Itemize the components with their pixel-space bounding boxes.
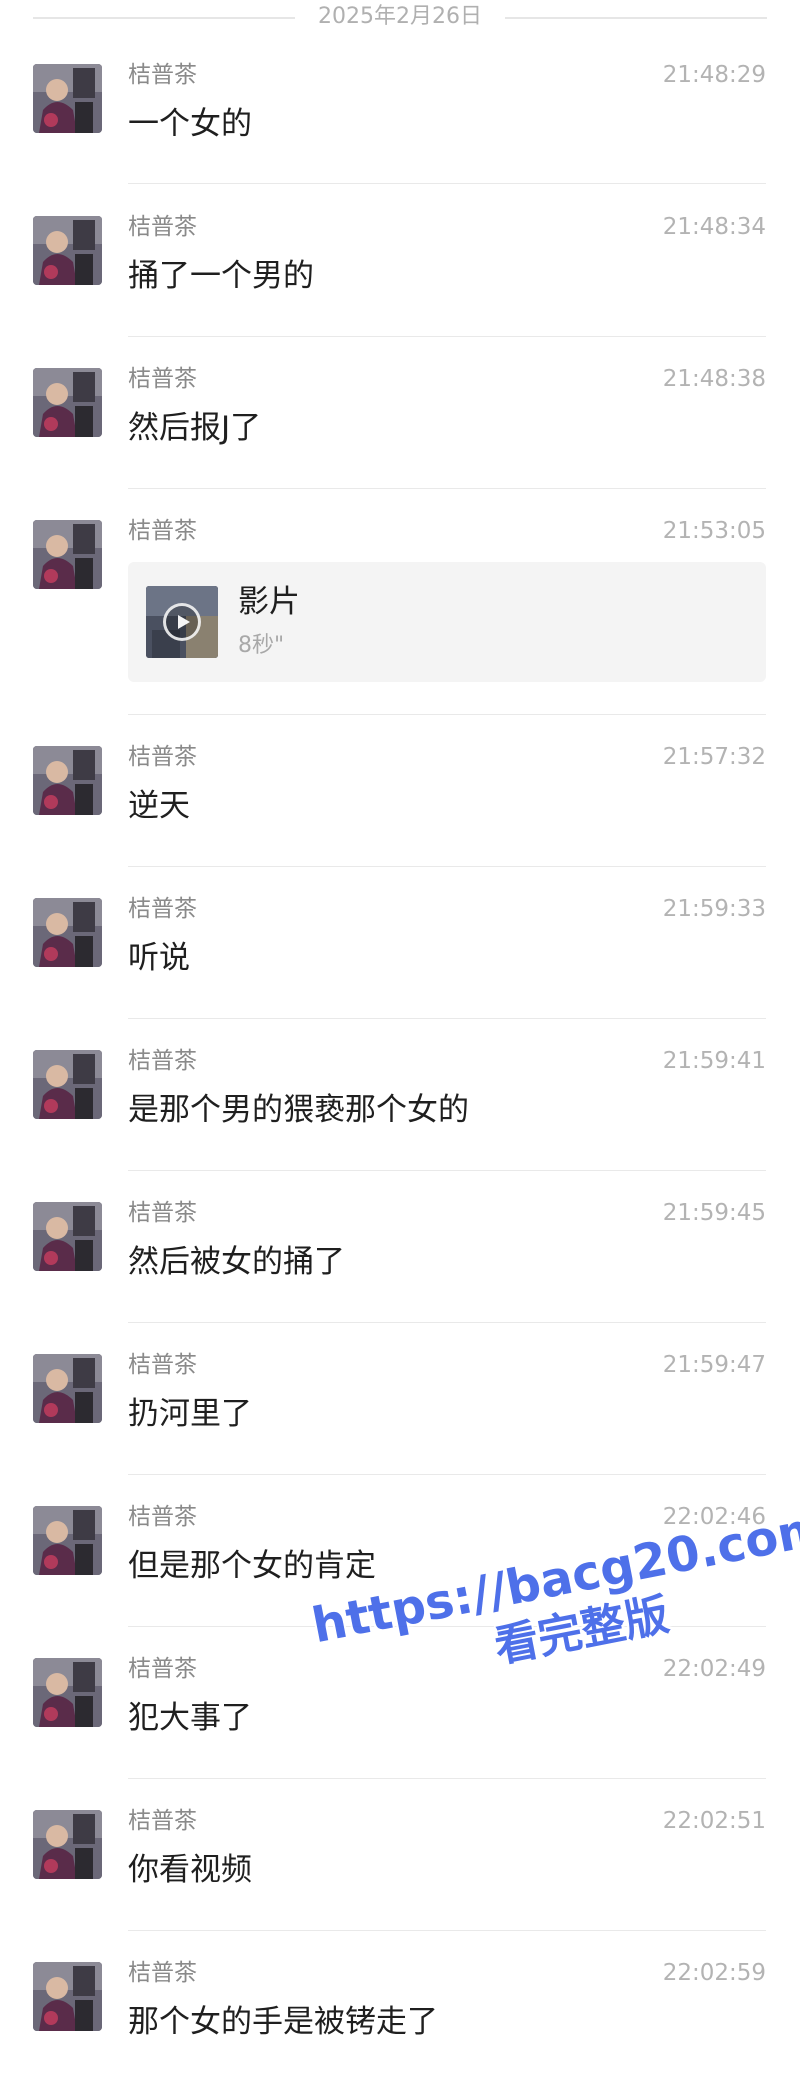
message-divider xyxy=(128,1930,766,1931)
message-divider xyxy=(128,1778,766,1779)
message-divider xyxy=(128,866,766,867)
message-time: 21:59:33 xyxy=(662,896,766,922)
avatar[interactable] xyxy=(33,520,102,589)
message-text: 那个女的手是被铐走了 xyxy=(128,2004,438,2040)
message-text: 听说 xyxy=(128,940,190,976)
message-text: 逆天 xyxy=(128,788,190,824)
sender-name: 桔普茶 xyxy=(128,1960,197,1986)
message-time: 21:57:32 xyxy=(662,744,766,770)
message-text: 然后报J了 xyxy=(128,410,262,446)
message-divider xyxy=(128,183,766,184)
avatar[interactable] xyxy=(33,1354,102,1423)
sender-name: 桔普茶 xyxy=(128,518,197,544)
message-text: 捅了一个男的 xyxy=(128,258,314,294)
date-separator-line-right xyxy=(505,17,767,19)
sender-name: 桔普茶 xyxy=(128,1048,197,1074)
message-text: 但是那个女的肯定 xyxy=(128,1548,376,1584)
avatar[interactable] xyxy=(33,368,102,437)
sender-name: 桔普茶 xyxy=(128,744,197,770)
watermark-subtitle: 看完整版 xyxy=(490,1589,673,1673)
message-time: 21:48:38 xyxy=(662,366,766,392)
avatar[interactable] xyxy=(33,1506,102,1575)
sender-name: 桔普茶 xyxy=(128,214,197,240)
message-divider xyxy=(128,1170,766,1171)
message-text: 犯大事了 xyxy=(128,1700,252,1736)
message-divider xyxy=(128,1018,766,1019)
message-text: 扔河里了 xyxy=(128,1396,252,1432)
avatar[interactable] xyxy=(33,216,102,285)
message-divider xyxy=(128,1626,766,1627)
message-divider xyxy=(128,336,766,337)
message-time: 22:02:46 xyxy=(662,1504,766,1530)
avatar[interactable] xyxy=(33,746,102,815)
avatar[interactable] xyxy=(33,1810,102,1879)
avatar[interactable] xyxy=(33,1202,102,1271)
avatar[interactable] xyxy=(33,1050,102,1119)
video-title: 影片 xyxy=(238,584,300,620)
message-text: 一个女的 xyxy=(128,106,252,142)
avatar[interactable] xyxy=(33,1658,102,1727)
message-text: 然后被女的捅了 xyxy=(128,1244,345,1280)
avatar[interactable] xyxy=(33,898,102,967)
message-time: 22:02:59 xyxy=(662,1960,766,1986)
message-divider xyxy=(128,1322,766,1323)
message-time: 21:48:34 xyxy=(662,214,766,240)
message-time: 21:53:05 xyxy=(662,518,766,544)
video-duration: 8秒" xyxy=(238,633,285,658)
video-message-card[interactable]: 影片 8秒" xyxy=(128,562,766,682)
message-divider xyxy=(128,1474,766,1475)
message-time: 21:59:47 xyxy=(662,1352,766,1378)
sender-name: 桔普茶 xyxy=(128,896,197,922)
sender-name: 桔普茶 xyxy=(128,1200,197,1226)
sender-name: 桔普茶 xyxy=(128,366,197,392)
message-divider xyxy=(128,488,766,489)
sender-name: 桔普茶 xyxy=(128,1504,197,1530)
message-text: 是那个男的猥亵那个女的 xyxy=(128,1092,469,1128)
message-time: 21:59:41 xyxy=(662,1048,766,1074)
date-separator: 2025年2月26日 xyxy=(0,0,800,36)
sender-name: 桔普茶 xyxy=(128,1656,197,1682)
message-time: 21:48:29 xyxy=(662,62,766,88)
message-time: 21:59:45 xyxy=(662,1200,766,1226)
sender-name: 桔普茶 xyxy=(128,1352,197,1378)
message-time: 22:02:49 xyxy=(662,1656,766,1682)
sender-name: 桔普茶 xyxy=(128,1808,197,1834)
message-time: 22:02:51 xyxy=(662,1808,766,1834)
video-thumbnail[interactable] xyxy=(146,586,218,658)
message-divider xyxy=(128,714,766,715)
avatar[interactable] xyxy=(33,64,102,133)
sender-name: 桔普茶 xyxy=(128,62,197,88)
play-icon[interactable] xyxy=(163,603,201,641)
message-text: 你看视频 xyxy=(128,1852,252,1888)
avatar[interactable] xyxy=(33,1962,102,2031)
